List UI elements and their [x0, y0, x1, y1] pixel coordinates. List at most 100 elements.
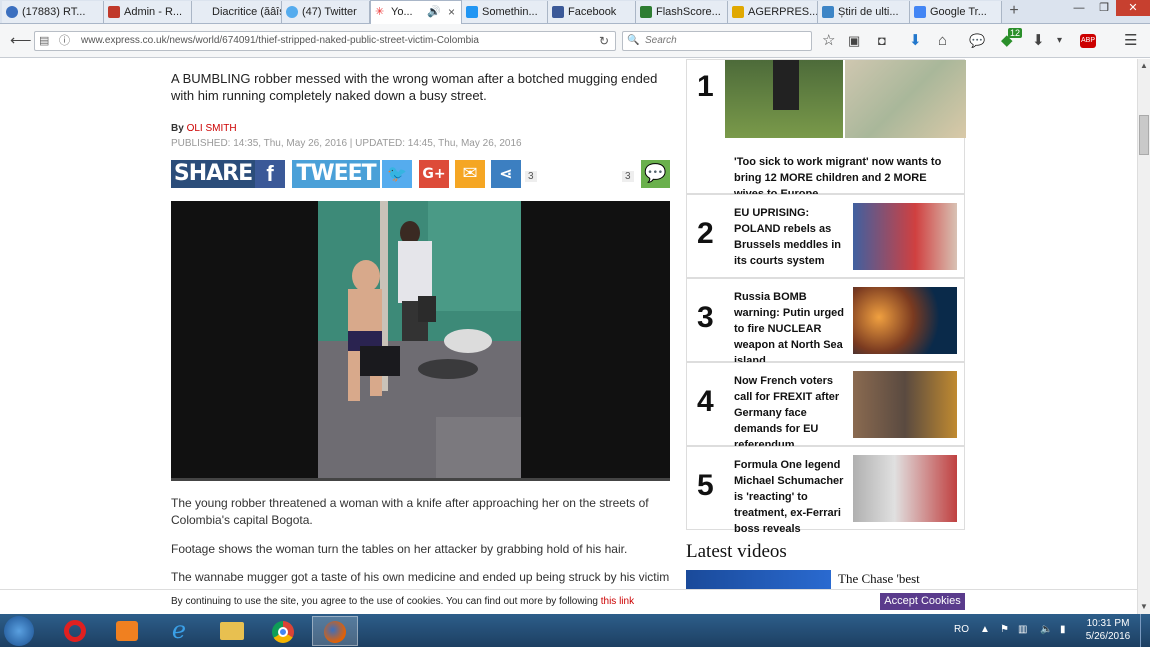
trending-item[interactable]: 5 Formula One legend Michael Schumacher … — [686, 446, 965, 535]
tray-expand-icon[interactable]: ▲ — [980, 624, 990, 635]
language-indicator[interactable]: RO — [954, 624, 969, 635]
share-button[interactable]: SHARE — [171, 160, 255, 188]
reading-list-icon[interactable]: ▣ — [848, 33, 860, 49]
tab-label: (17883) RT... — [22, 6, 86, 18]
tab-flashscore[interactable]: FlashScore... — [636, 1, 728, 23]
article-paragraph: The young robber threatened a woman with… — [171, 496, 649, 527]
trending-title: EU UPRISING: POLAND rebels as Brussels m… — [734, 207, 841, 267]
download-arrow-icon[interactable]: ⬇ — [1032, 33, 1045, 49]
trending-thumbnail — [853, 203, 957, 270]
scrollbar-thumb[interactable] — [1139, 115, 1149, 155]
tab-favicon-icon — [6, 6, 18, 18]
bookmark-star-icon[interactable]: ☆ — [822, 33, 835, 49]
facebook-share-icon[interactable]: f — [255, 160, 285, 188]
article-paragraph: The wannabe mugger got a taste of his ow… — [171, 570, 670, 584]
close-window-button[interactable]: ✕ — [1116, 0, 1150, 16]
tab-stiri[interactable]: Știri de ulti... — [818, 1, 910, 23]
latest-video-title[interactable]: The Chase 'best — [838, 571, 920, 587]
firefox-icon[interactable] — [312, 616, 358, 646]
tab-google-translate[interactable]: Google Tr... — [910, 1, 1002, 23]
tab-label: (47) Twitter — [302, 6, 357, 18]
trending-title: Russia BOMB warning: Putin urged to fire… — [734, 291, 844, 367]
trending-item[interactable]: 1 'Too sick to work migrant' now wants t… — [686, 59, 966, 200]
tab-rt[interactable]: (17883) RT... — [2, 1, 104, 23]
byline: By OLI SMITH — [171, 123, 237, 134]
clock[interactable]: 10:31 PM 5/26/2016 — [1082, 617, 1134, 643]
minimize-button[interactable]: — — [1066, 0, 1092, 16]
url-bar[interactable]: ▤ ⓘ www.express.co.uk/news/world/674091/… — [34, 31, 616, 51]
accept-cookies-button[interactable]: Accept Cookies — [880, 593, 965, 610]
tab-favicon-icon — [914, 6, 926, 18]
dropdown-icon[interactable]: ▾ — [1057, 33, 1062, 49]
article-paragraph: Footage shows the woman turn the tables … — [171, 542, 628, 556]
search-icon: 🔍 — [627, 35, 640, 46]
page-icon: ▤ — [39, 35, 50, 47]
search-input[interactable]: 🔍 Search — [622, 31, 812, 51]
chat-icon[interactable]: 💬 — [969, 33, 985, 49]
tweet-button[interactable]: TWEET — [292, 160, 380, 188]
trending-thumbnail — [725, 60, 843, 138]
page-scrollbar[interactable]: ▲ ▼ — [1137, 59, 1150, 614]
clock-time: 10:31 PM — [1086, 618, 1130, 629]
tab-active[interactable]: ✳ Yo... 🔊 × — [370, 0, 462, 25]
volume-icon[interactable]: 🔈 — [1040, 624, 1052, 635]
adblock-icon[interactable]: ABP — [1080, 34, 1096, 48]
reload-icon[interactable]: ↻ — [599, 32, 609, 50]
page-content: A BUMBLING robber messed with the wrong … — [0, 59, 1137, 589]
trending-number: 1 — [697, 70, 714, 103]
download-icon[interactable]: ⬇ — [909, 33, 922, 49]
power-icon[interactable]: ▮ — [1060, 624, 1066, 635]
author-link[interactable]: OLI SMITH — [187, 123, 237, 134]
tab-label: Diacritice (ăâîș... — [212, 6, 281, 18]
internet-explorer-icon[interactable]: ℯ — [156, 616, 202, 646]
back-button[interactable]: ⟵ — [10, 33, 32, 49]
email-share-icon[interactable]: ✉ — [455, 160, 485, 188]
network-icon[interactable]: ▥ — [1018, 624, 1027, 635]
google-plus-icon[interactable]: G+ — [419, 160, 449, 188]
tab-facebook[interactable]: Facebook — [548, 1, 636, 23]
menu-icon[interactable]: ☰ — [1124, 33, 1137, 49]
latest-video-thumbnail[interactable] — [686, 570, 831, 589]
trending-item[interactable]: 3 Russia BOMB warning: Putin urged to fi… — [686, 278, 965, 367]
flag-icon[interactable]: ⚑ — [1000, 624, 1009, 635]
tab-label: AGERPRES... — [748, 6, 818, 18]
cookie-bar: By continuing to use the site, you agree… — [0, 589, 1137, 614]
tab-label: FlashScore... — [656, 6, 721, 18]
twitter-share-icon[interactable]: 🐦 — [382, 160, 412, 188]
trending-number: 5 — [697, 469, 714, 502]
tab-agerpres[interactable]: AGERPRES... — [728, 1, 818, 23]
start-button[interactable] — [4, 616, 34, 646]
info-icon[interactable]: ⓘ — [59, 32, 70, 50]
comment-icon[interactable]: 💬 — [641, 160, 670, 188]
chrome-icon[interactable] — [260, 616, 306, 646]
video-progress-bar[interactable] — [171, 478, 670, 481]
video-player[interactable] — [171, 201, 670, 481]
close-tab-icon[interactable]: × — [448, 1, 455, 23]
file-explorer-icon[interactable] — [208, 616, 254, 646]
speaker-icon[interactable]: 🔊 — [427, 1, 441, 23]
trending-item[interactable]: 4 Now French voters call for FREXIT afte… — [686, 362, 965, 451]
tab-label: Facebook — [568, 6, 617, 18]
tab-something[interactable]: Somethin... — [462, 1, 548, 23]
share-count: 3 — [525, 171, 537, 182]
extension-badge: 12 — [1008, 28, 1023, 38]
cookie-link[interactable]: this link — [601, 596, 634, 607]
scroll-up-icon[interactable]: ▲ — [1140, 61, 1148, 70]
tab-twitter[interactable]: (47) Twitter — [282, 1, 370, 23]
tab-diacritice[interactable]: Diacritice (ăâîș... — [192, 1, 282, 23]
tab-admin[interactable]: Admin - R... — [104, 1, 192, 23]
opera-icon[interactable] — [52, 616, 98, 646]
new-tab-button[interactable]: + — [1006, 2, 1022, 20]
scroll-down-icon[interactable]: ▼ — [1140, 602, 1148, 611]
video-frame — [318, 201, 521, 481]
maximize-button[interactable]: ❐ — [1092, 0, 1116, 16]
trending-item[interactable]: 2 EU UPRISING: POLAND rebels as Brussels… — [686, 194, 965, 278]
pocket-icon[interactable]: ◘ — [878, 33, 886, 49]
comment-count: 3 — [622, 171, 634, 182]
twitter-icon — [286, 6, 298, 18]
show-desktop-button[interactable] — [1140, 614, 1150, 647]
more-share-icon[interactable]: ⋖ — [491, 160, 521, 188]
facebook-icon — [552, 6, 564, 18]
media-player-icon[interactable] — [104, 616, 150, 646]
home-icon[interactable]: ⌂ — [938, 33, 947, 49]
